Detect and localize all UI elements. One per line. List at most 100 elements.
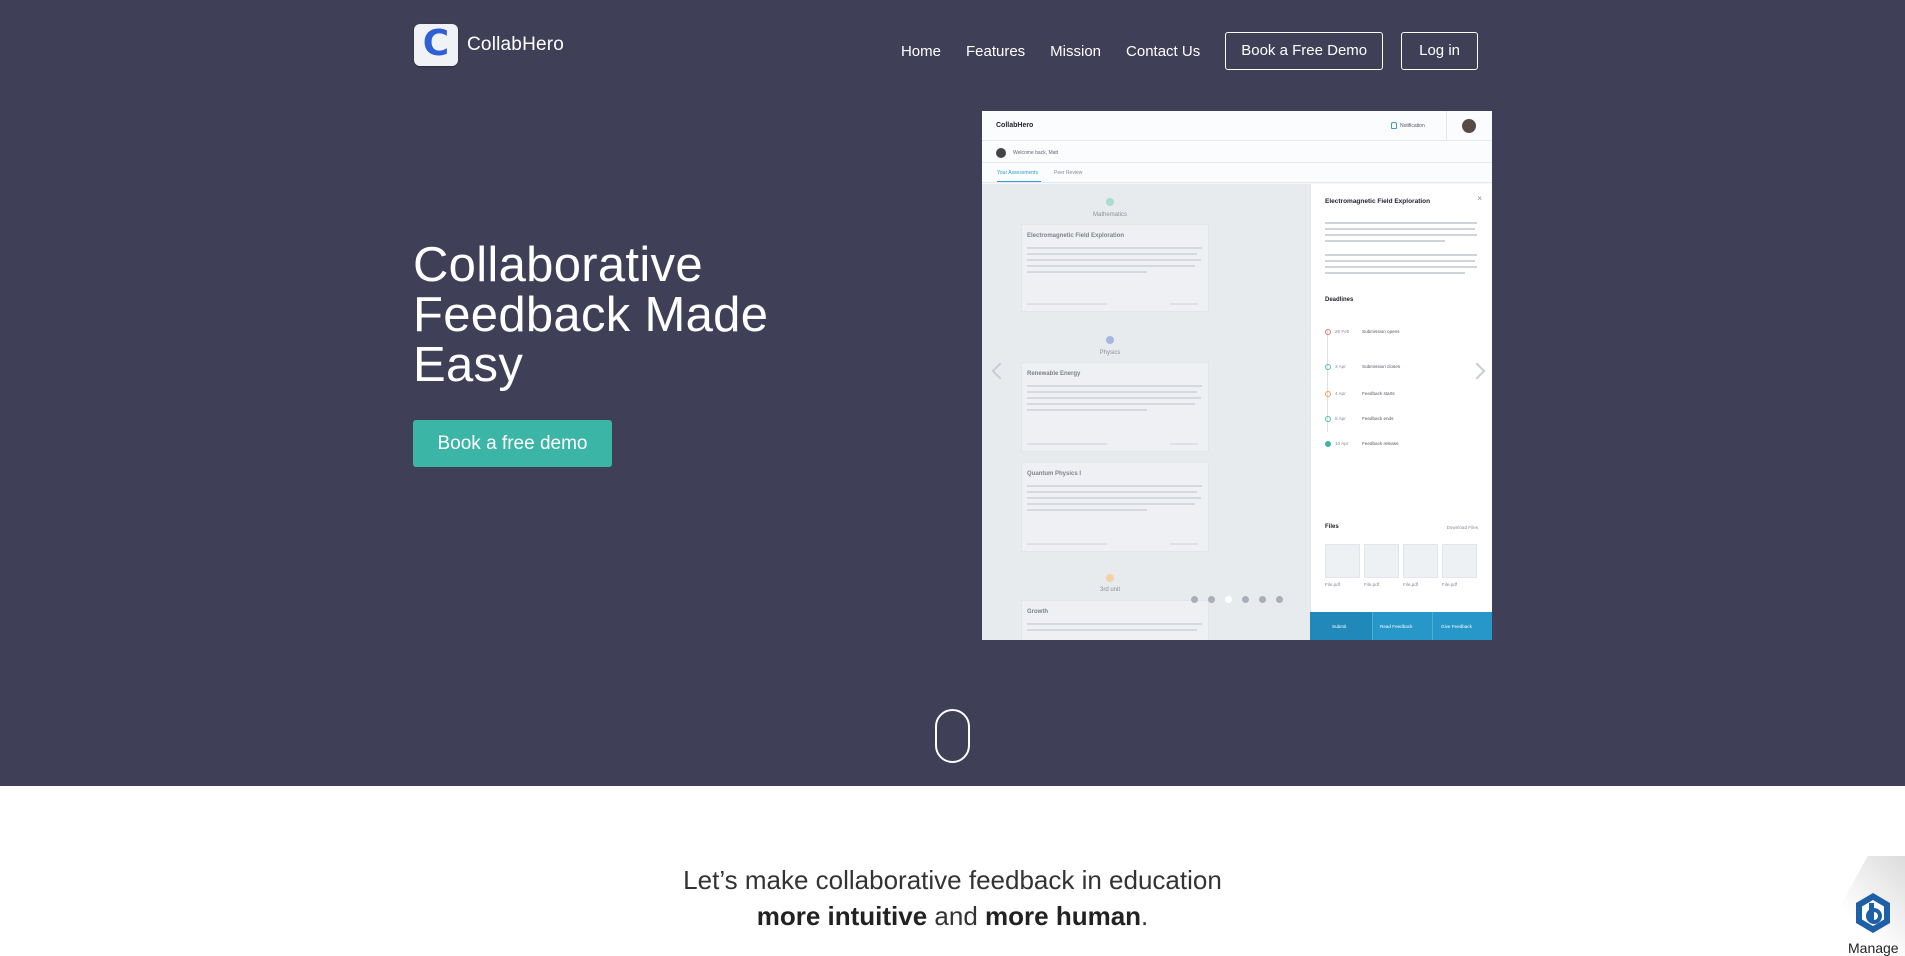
mock-tab-peer-review: Peer Review — [1054, 170, 1083, 176]
tagline-end: . — [1141, 901, 1149, 931]
brand-logo[interactable]: C CollabHero — [414, 24, 564, 66]
mock-files-heading: Files — [1325, 524, 1339, 530]
mock-file-name: File.pdf — [1442, 582, 1458, 587]
nav-link-features[interactable]: Features — [966, 43, 1025, 60]
mock-text-line — [1027, 385, 1202, 387]
book-demo-nav-button[interactable]: Book a Free Demo — [1225, 32, 1384, 70]
carousel-pager — [1191, 596, 1293, 603]
carousel-dot-2[interactable] — [1208, 596, 1215, 603]
mock-welcome-bar — [982, 141, 1492, 163]
mock-text-line — [1027, 509, 1147, 511]
mock-text-line — [1027, 497, 1201, 499]
mock-deadline-date: 4 Apr — [1335, 391, 1346, 396]
mock-divider — [1446, 111, 1447, 141]
mock-welcome-text: Welcome back, Matt — [1013, 150, 1059, 156]
tagline-line1: Let’s make collaborative feedback in edu… — [683, 865, 1222, 895]
mock-text-line — [1027, 397, 1201, 399]
mock-text-line — [1027, 271, 1147, 273]
nav-link-home[interactable]: Home — [901, 43, 941, 60]
carousel-dot-3[interactable] — [1225, 596, 1232, 603]
mock-text-line — [1027, 253, 1197, 255]
mock-assessment-list: Mathematics Electromagnetic Field Explor… — [982, 184, 1310, 640]
mock-deadline-label: Submission opens — [1362, 329, 1400, 334]
mock-deadline-marker — [1325, 391, 1331, 397]
mock-action-divider — [1432, 612, 1433, 640]
mock-text-line — [1027, 247, 1202, 249]
mock-text-line — [1027, 503, 1195, 505]
mock-detail-panel: Electromagnetic Field Exploration × Dead… — [1310, 184, 1492, 640]
mock-panel-text-line — [1325, 228, 1475, 230]
app-screenshot-carousel: CollabHero Notification Welcome back, Ma… — [982, 111, 1492, 640]
carousel-dot-1[interactable] — [1191, 596, 1198, 603]
login-button[interactable]: Log in — [1401, 32, 1478, 70]
mock-deadlines-heading: Deadlines — [1325, 297, 1354, 303]
mock-text-line — [1027, 409, 1147, 411]
mock-panel-text-line — [1325, 260, 1475, 262]
mock-file-thumbnail — [1325, 544, 1360, 578]
mock-file-thumbnail — [1364, 544, 1399, 578]
mock-notification-label: Notification — [1400, 123, 1425, 129]
mock-panel-text-line — [1325, 272, 1465, 274]
mock-subject-dot — [1106, 198, 1114, 206]
mock-deadline-marker — [1325, 329, 1331, 335]
mock-deadline-date: 10 Apr — [1335, 441, 1349, 446]
mock-file-name: File.pdf — [1325, 582, 1341, 587]
mock-deadline-label: Submission closes — [1362, 364, 1401, 369]
mock-download-files-link: Download Files — [1446, 525, 1478, 530]
carousel-dot-4[interactable] — [1242, 596, 1249, 603]
mock-read-feedback-action: Read Feedback — [1380, 624, 1413, 629]
mock-panel-text-line — [1325, 240, 1445, 242]
close-icon: × — [1477, 194, 1482, 203]
tagline-bold1: more intuitive — [756, 901, 928, 931]
mock-subject-label: Physics — [1099, 350, 1121, 356]
mock-text-line — [1027, 391, 1197, 393]
avatar — [1462, 119, 1476, 133]
mock-deadline-date: 8 Apr — [1335, 416, 1346, 421]
mock-card-title: Growth — [1027, 609, 1048, 615]
nav-link-contact[interactable]: Contact Us — [1126, 43, 1200, 60]
brand-name: CollabHero — [467, 34, 565, 55]
logo-letter: C — [422, 23, 450, 64]
manage-consent-widget[interactable]: Manage — [1796, 856, 1905, 956]
scroll-down-icon[interactable] — [935, 709, 970, 763]
mock-card-title: Electromagnetic Field Exploration — [1027, 233, 1125, 239]
mock-text-line — [1027, 629, 1197, 631]
carousel-dot-6[interactable] — [1276, 596, 1283, 603]
mock-action-bar: Submit Read Feedback Give Feedback — [1310, 612, 1492, 640]
mock-deadline-label: Feedback ends — [1362, 416, 1394, 421]
manage-label: Manage — [1848, 940, 1899, 956]
book-demo-cta-button[interactable]: Book a free demo — [413, 420, 612, 467]
mock-submit-action: Submit — [1332, 624, 1347, 629]
mock-text-line — [1027, 403, 1195, 405]
mock-file-name: File.pdf — [1403, 582, 1419, 587]
mock-deadline-date: 26 Feb — [1335, 329, 1350, 334]
mock-panel-text-line — [1325, 222, 1477, 224]
mock-file-name: File.pdf — [1364, 582, 1380, 587]
bell-icon — [1391, 122, 1397, 129]
hero-section: C CollabHero Home Features Mission Conta… — [0, 0, 1905, 786]
mock-text-line — [1027, 485, 1202, 487]
mock-panel-text-line — [1325, 266, 1477, 268]
mock-text-line — [1027, 259, 1201, 261]
mock-file-thumbnail — [1442, 544, 1477, 578]
mock-deadline-marker — [1325, 364, 1331, 370]
mock-card: Electromagnetic Field Exploration — [1021, 224, 1209, 312]
mock-deadline-label: Feedback release — [1362, 441, 1399, 446]
mock-card-footer-link — [1170, 443, 1198, 445]
mock-action-divider — [1372, 612, 1373, 640]
carousel-dot-5[interactable] — [1259, 596, 1266, 603]
mock-subject-label: 3rd unit — [1099, 587, 1120, 593]
shield-hexagon-icon — [1856, 893, 1890, 933]
mock-card: Growth — [1021, 600, 1209, 640]
mock-user-avatar — [996, 148, 1006, 158]
mock-deadline-date: 3 Apr — [1335, 364, 1346, 369]
nav-link-mission[interactable]: Mission — [1050, 43, 1101, 60]
mock-card-footer-link — [1170, 543, 1198, 545]
mock-deadline-label: Feedback starts — [1362, 391, 1395, 396]
main-nav: Home Features Mission Contact Us Book a … — [901, 32, 1478, 70]
mock-give-feedback-action: Give Feedback — [1441, 624, 1472, 629]
mock-card-title: Quantum Physics I — [1027, 471, 1082, 477]
hero-title: Collaborative Feedback Made Easy — [413, 238, 769, 392]
mock-text-line — [1027, 491, 1197, 493]
mock-panel-text-line — [1325, 254, 1477, 256]
